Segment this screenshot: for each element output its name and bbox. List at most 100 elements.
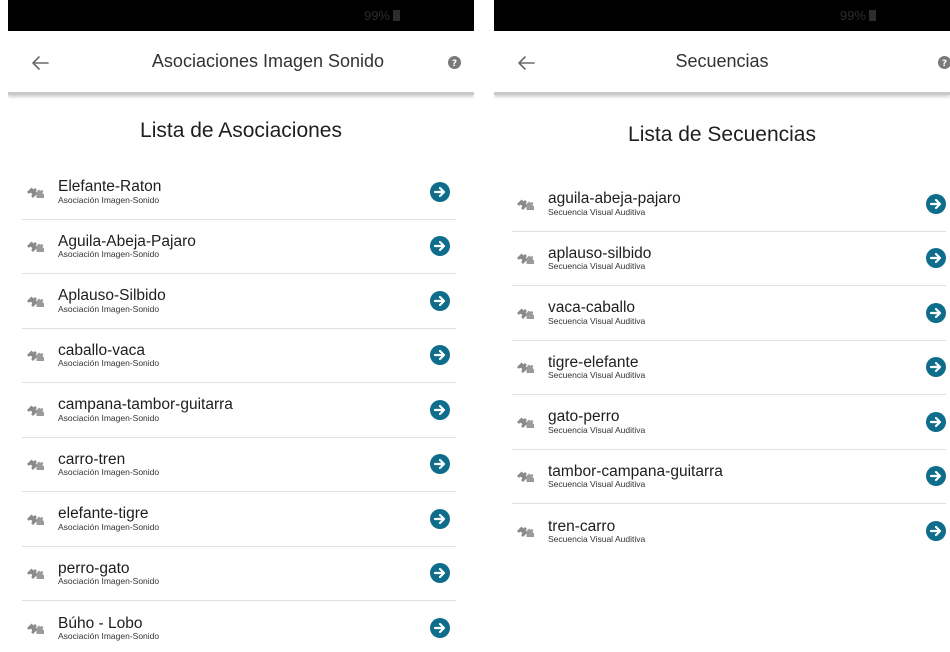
list-item-texts: gato-perro Secuencia Visual Auditiva — [548, 409, 926, 434]
list-item[interactable]: carro-tren Asociación Imagen-Sonido — [22, 438, 456, 492]
back-arrow-icon[interactable] — [514, 51, 538, 75]
list-item-subtitle: Asociación Imagen-Sonido — [58, 194, 160, 205]
list-item-subtitle: Asociación Imagen-Sonido — [58, 467, 160, 478]
list-item-texts: carro-tren Asociación Imagen-Sonido — [58, 452, 430, 477]
list-item[interactable]: caballo-vaca Asociación Imagen-Sonido — [22, 329, 456, 383]
list-item-texts: tambor-campana-guitarra Secuencia Visual … — [548, 464, 926, 489]
list-item-texts: Aguila-Abeja-Pajaro Asociación Imagen-Son… — [58, 234, 430, 259]
list-item[interactable]: aplauso-silbido Secuencia Visual Auditiva — [512, 232, 946, 286]
app-bar: Asociaciones Imagen Sonido ? — [8, 31, 474, 95]
puzzle-piece-icon — [24, 564, 46, 582]
list-item-subtitle: Asociación Imagen-Sonido — [58, 521, 160, 532]
list-item[interactable]: vaca-caballo Secuencia Visual Auditiva — [512, 286, 946, 341]
list-item-title: campana-tambor-guitarra — [58, 396, 233, 414]
list-item[interactable]: tambor-campana-guitarra Secuencia Visual … — [512, 450, 946, 504]
help-icon[interactable]: ? — [448, 56, 461, 69]
svg-text:?: ? — [942, 59, 947, 69]
asociaciones-list: Elefante-Raton Asociación Imagen-Sonido Ag… — [22, 165, 456, 652]
list-item-title: carro-tren — [58, 450, 126, 468]
back-arrow-icon[interactable] — [28, 51, 52, 75]
list-item[interactable]: tren-carro Secuencia Visual Auditiva — [512, 504, 946, 559]
list-item-subtitle: Asociación Imagen-Sonido — [58, 303, 160, 314]
list-item[interactable]: tigre-elefante Secuencia Visual Auditiva — [512, 341, 946, 395]
puzzle-piece-icon — [514, 304, 536, 322]
list-item-texts: Elefante-Raton Asociación Imagen-Sonido — [58, 179, 430, 204]
arrow-circle-right-icon[interactable] — [926, 193, 946, 214]
arrow-circle-right-icon[interactable] — [926, 357, 946, 378]
puzzle-piece-icon — [24, 510, 46, 528]
screen-asociaciones: 99% Asociaciones Imagen Sonido ? Lista d… — [8, 0, 474, 652]
arrow-circle-right-icon[interactable] — [926, 248, 946, 269]
arrow-circle-right-icon[interactable] — [430, 181, 450, 202]
battery-icon — [393, 10, 400, 21]
puzzle-piece-icon — [24, 455, 46, 473]
list-item-title: tigre-elefante — [548, 353, 639, 371]
list-item-subtitle: Asociación Imagen-Sonido — [58, 631, 160, 642]
list-item-texts: aplauso-silbido Secuencia Visual Auditiva — [548, 246, 926, 271]
list-item-title: Elefante-Raton — [58, 178, 162, 196]
page-title: Secuencias — [675, 51, 769, 71]
list-item[interactable]: elefante-tigre Asociación Imagen-Sonido — [22, 492, 456, 547]
list-item-subtitle: Secuencia Visual Auditiva — [548, 370, 646, 381]
list-item-texts: tigre-elefante Secuencia Visual Auditiva — [548, 355, 926, 380]
list-item-texts: vaca-caballo Secuencia Visual Auditiva — [548, 300, 926, 325]
list-item[interactable]: Elefante-Raton Asociación Imagen-Sonido — [22, 165, 456, 220]
list-item-title: vaca-caballo — [548, 299, 636, 317]
list-item[interactable]: gato-perro Secuencia Visual Auditiva — [512, 395, 946, 450]
arrow-circle-right-icon[interactable] — [926, 302, 946, 323]
list-item-title: aguila-abeja-pajaro — [548, 190, 681, 208]
arrow-circle-right-icon[interactable] — [430, 454, 450, 475]
list-item-texts: caballo-vaca Asociación Imagen-Sonido — [58, 343, 430, 368]
battery-level: 99% — [363, 8, 390, 23]
arrow-circle-right-icon[interactable] — [926, 411, 946, 432]
list-item-texts: Búho - Lobo Asociación Imagen-Sonido — [58, 616, 430, 641]
battery-icon — [869, 10, 876, 21]
puzzle-piece-icon — [514, 195, 536, 213]
arrow-circle-right-icon[interactable] — [430, 345, 450, 366]
list-item-subtitle: Secuencia Visual Auditiva — [548, 315, 646, 326]
arrow-circle-right-icon[interactable] — [430, 563, 450, 584]
list-item[interactable]: aguila-abeja-pajaro Secuencia Visual Audi… — [512, 177, 946, 232]
secuencias-list: aguila-abeja-pajaro Secuencia Visual Audi… — [512, 177, 946, 559]
list-item-title: elefante-tigre — [58, 505, 149, 523]
puzzle-piece-icon — [514, 249, 536, 267]
status-bar: 99% — [494, 0, 950, 31]
list-item-title: Búho - Lobo — [58, 614, 143, 632]
list-item-subtitle: Secuencia Visual Auditiva — [548, 261, 646, 272]
list-item[interactable]: Aplauso-Silbido Asociación Imagen-Sonido — [22, 274, 456, 329]
list-item-subtitle: Asociación Imagen-Sonido — [58, 249, 160, 260]
screen-secuencias: 99% Secuencias ? Lista de Secuencias agu… — [494, 0, 950, 652]
list-item[interactable]: Aguila-Abeja-Pajaro Asociación Imagen-Son… — [22, 220, 456, 274]
list-item-subtitle: Secuencia Visual Auditiva — [548, 479, 646, 490]
list-item-title: aplauso-silbido — [548, 244, 652, 262]
puzzle-piece-icon — [24, 237, 46, 255]
list-item-title: Aplauso-Silbido — [58, 287, 166, 305]
arrow-circle-right-icon[interactable] — [926, 466, 946, 487]
arrow-circle-right-icon[interactable] — [926, 521, 946, 542]
app-bar: Secuencias ? — [494, 31, 950, 95]
list-item[interactable]: perro-gato Asociación Imagen-Sonido — [22, 547, 456, 601]
arrow-circle-right-icon[interactable] — [430, 290, 450, 311]
list-item[interactable]: campana-tambor-guitarra Asociación Imagen… — [22, 383, 456, 438]
arrow-circle-right-icon[interactable] — [430, 236, 450, 257]
list-item-title: gato-perro — [548, 408, 620, 426]
list-item-texts: aguila-abeja-pajaro Secuencia Visual Audi… — [548, 191, 926, 216]
page-title: Asociaciones Imagen Sonido — [151, 51, 385, 71]
list-item[interactable]: Búho - Lobo Asociación Imagen-Sonido — [22, 601, 456, 652]
svg-text:?: ? — [452, 59, 457, 69]
arrow-circle-right-icon[interactable] — [430, 618, 450, 639]
puzzle-piece-icon — [514, 522, 536, 540]
list-item-texts: Aplauso-Silbido Asociación Imagen-Sonido — [58, 288, 430, 313]
puzzle-piece-icon — [24, 346, 46, 364]
list-item-title: perro-gato — [58, 559, 130, 577]
list-item-subtitle: Secuencia Visual Auditiva — [548, 424, 646, 435]
list-item-texts: elefante-tigre Asociación Imagen-Sonido — [58, 506, 430, 531]
list-heading: Lista de Asociaciones — [140, 119, 342, 142]
list-item-title: caballo-vaca — [58, 341, 146, 359]
puzzle-piece-icon — [24, 292, 46, 310]
arrow-circle-right-icon[interactable] — [430, 508, 450, 529]
list-item-subtitle: Asociación Imagen-Sonido — [58, 358, 160, 369]
help-icon[interactable]: ? — [938, 56, 950, 69]
arrow-circle-right-icon[interactable] — [430, 399, 450, 420]
puzzle-piece-icon — [514, 358, 536, 376]
